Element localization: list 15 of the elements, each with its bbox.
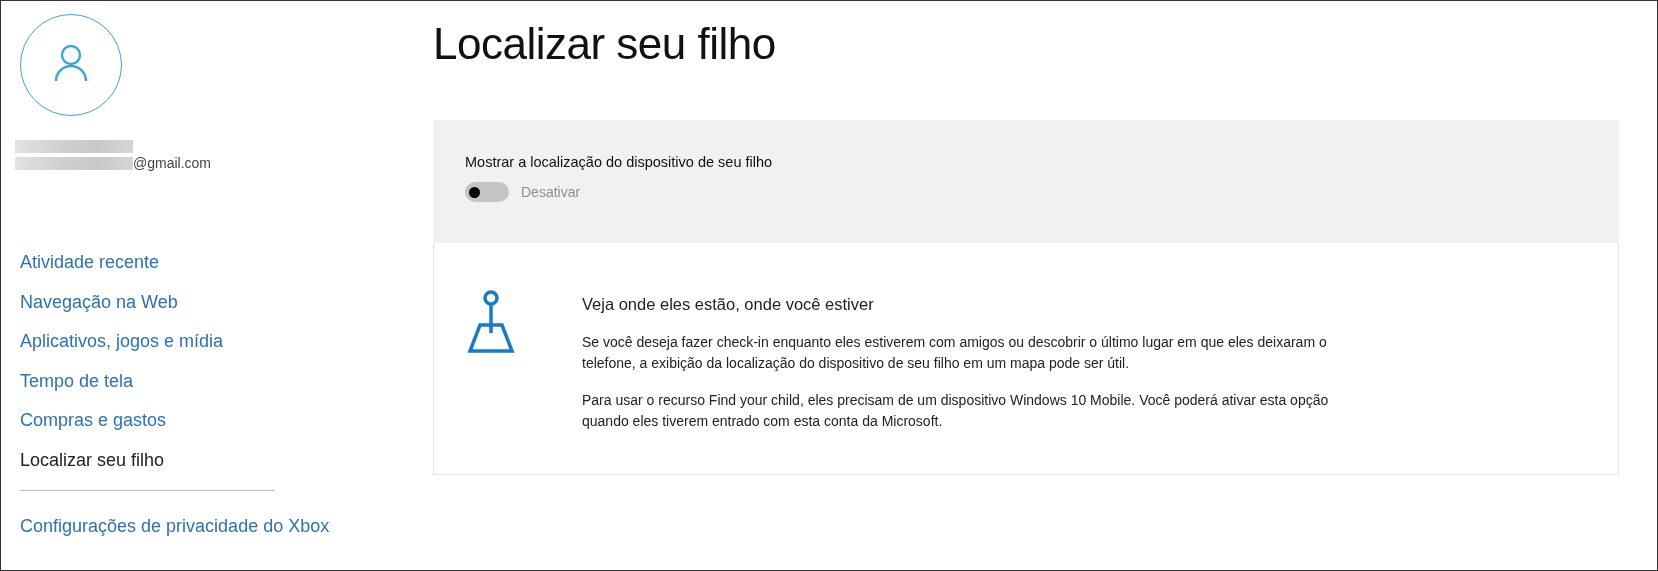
page-title: Localizar seu filho [433,19,777,70]
toggle-state: Desativar [521,184,581,200]
sidebar-item[interactable]: Atividade recente [20,243,224,283]
sidebar-link[interactable]: Configurações de privacidade do Xbox [20,507,330,547]
info-heading: Veja onde eles estão, onde você estiver [582,295,875,314]
person-icon [54,44,88,82]
sidebar-item[interactable]: Aplicativos, jogos e mídia [20,322,224,362]
info-paragraph: Para usar o recurso Find your child, eles precisam de um dispositivo Windows 10 Mobile. Você poderá ativar esta opção quando eles tiverem entrado com esta conta da Microsoft. [582,391,1330,431]
account-email: @gmail.com [133,155,211,171]
sidebar-item[interactable]: Compras e gastos [20,401,224,441]
sidebar-item[interactable]: Tempo de tela [20,361,224,401]
setting-label: Mostrar a localização do dispositivo de seu filho [465,154,774,170]
sidebar-item[interactable]: Localizar seu filho [20,440,224,480]
info-paragraph: Se você deseja fazer check-in enquanto eles estiverem com amigos ou descobrir o último lugar em que eles deixaram o telefone, a exibição da localização do dispositivo de seu filho em um mapa pode ser útil. [582,333,1328,373]
sidebar-item[interactable]: Navegação na Web [20,282,224,322]
